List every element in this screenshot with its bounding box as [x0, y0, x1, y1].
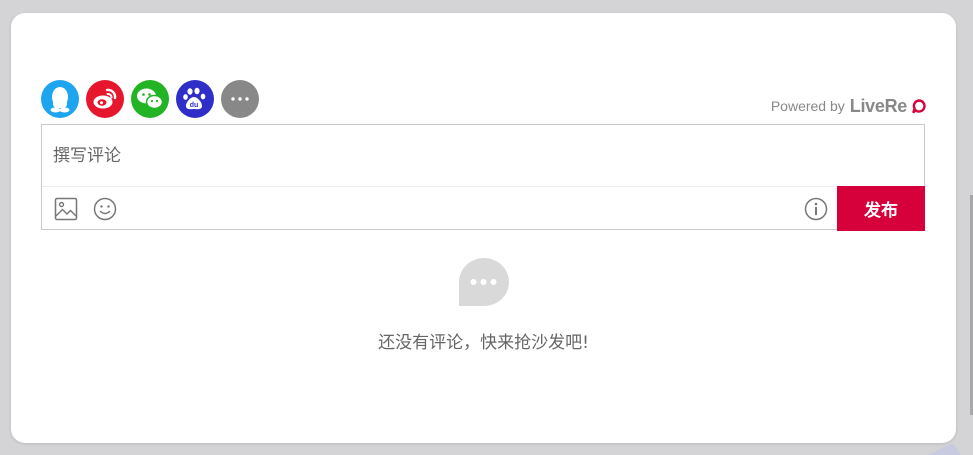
weibo-login-button[interactable] [86, 80, 124, 118]
wechat-login-button[interactable] [131, 80, 169, 118]
svg-text:du: du [190, 102, 199, 109]
speech-bubble-icon [459, 258, 509, 306]
baidu-paw-icon: du [183, 87, 206, 110]
powered-by-text: Powered by [770, 98, 845, 114]
image-icon [54, 197, 78, 221]
info-button[interactable] [804, 197, 828, 225]
info-icon [804, 197, 828, 221]
weibo-icon [93, 88, 117, 109]
more-login-button[interactable] [221, 80, 259, 118]
baidu-login-button[interactable]: du [176, 80, 214, 118]
livere-logo-icon [912, 98, 926, 113]
insert-emoji-button[interactable] [93, 197, 117, 225]
qq-penguin-icon [50, 87, 70, 113]
insert-image-button[interactable] [54, 197, 78, 225]
livere-brand: LiveRe [849, 95, 908, 116]
empty-state-text: 还没有评论，快来抢沙发吧! [378, 333, 589, 353]
comment-input[interactable] [42, 125, 924, 186]
submit-comment-button[interactable]: 发布 [837, 186, 925, 231]
comment-widget: du Powered by LiveRe 撰写评论 发布 还没有评论，快来抢沙发… [11, 13, 956, 443]
emoji-icon [93, 197, 117, 221]
qq-login-button[interactable] [41, 80, 79, 118]
social-login-bar: du [41, 80, 259, 120]
more-dots-icon [231, 97, 249, 101]
wechat-icon [137, 88, 164, 110]
composer-toolbar: 发布 [42, 186, 925, 231]
powered-by[interactable]: Powered by LiveRe [771, 96, 926, 116]
comment-composer: 发布 [41, 124, 925, 231]
corner-decoration-icon [927, 443, 961, 455]
